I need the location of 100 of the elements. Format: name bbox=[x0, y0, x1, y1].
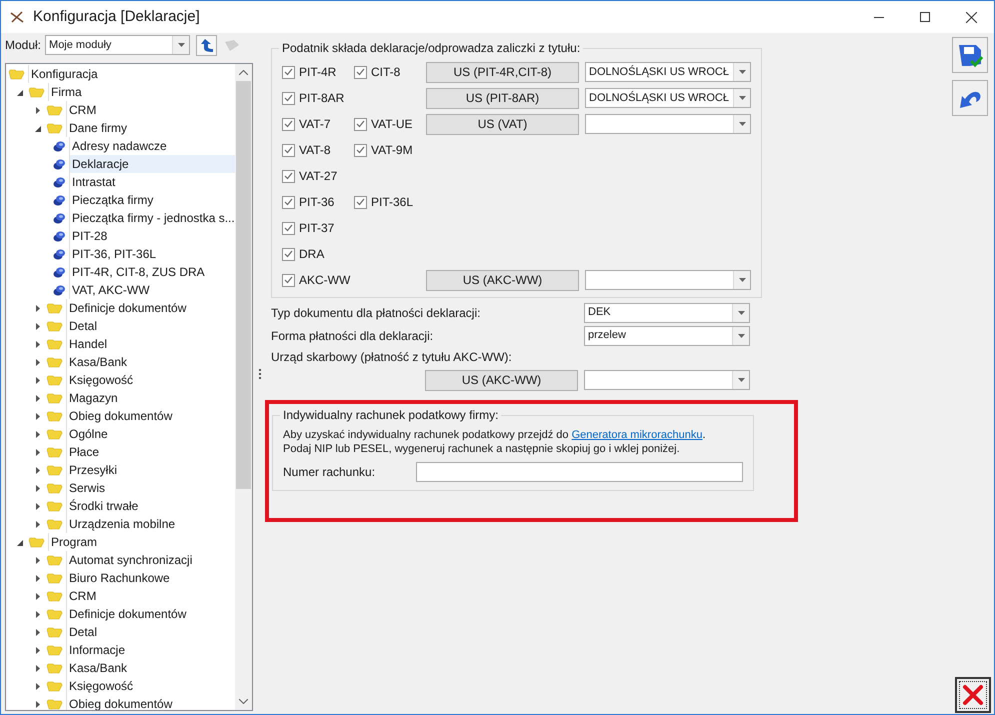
tree-item[interactable]: Definicje dokumentów bbox=[66, 605, 188, 623]
checkbox-label: VAT-7 bbox=[299, 116, 331, 133]
generator-link[interactable]: Generatora mikrorachunku bbox=[572, 429, 702, 441]
document-type-dropdown[interactable]: DEK bbox=[584, 302, 750, 322]
tree-item[interactable]: Handel bbox=[66, 335, 110, 353]
tree-item[interactable]: Dane firmy bbox=[66, 119, 130, 137]
refresh-button[interactable] bbox=[196, 34, 218, 56]
expand-arrow-icon[interactable] bbox=[35, 502, 41, 510]
expand-arrow-icon[interactable] bbox=[35, 592, 41, 600]
checkbox[interactable] bbox=[354, 66, 367, 78]
disc-stack-icon bbox=[53, 266, 66, 278]
expand-arrow-icon[interactable] bbox=[35, 556, 41, 564]
expand-arrow-icon[interactable] bbox=[35, 646, 41, 654]
expand-arrow-icon[interactable] bbox=[35, 358, 41, 366]
expand-arrow-icon[interactable] bbox=[35, 484, 41, 492]
tax-office-button[interactable]: US (AKC-WW) bbox=[425, 370, 578, 390]
tree-item[interactable]: Przesyłki bbox=[66, 461, 120, 479]
tree-item[interactable]: Serwis bbox=[66, 479, 108, 497]
expand-arrow-icon[interactable] bbox=[35, 394, 41, 402]
expand-arrow-icon[interactable] bbox=[35, 682, 41, 690]
tree-item[interactable]: CRM bbox=[66, 101, 98, 119]
collapse-arrow-icon[interactable] bbox=[17, 88, 23, 96]
checkbox[interactable] bbox=[282, 248, 295, 260]
folder-icon bbox=[47, 626, 63, 638]
undo-button[interactable] bbox=[952, 80, 988, 116]
tree-item[interactable]: CRM bbox=[66, 587, 98, 605]
tree-item[interactable]: Obieg dokumentów bbox=[66, 407, 174, 425]
checkbox[interactable] bbox=[282, 144, 295, 156]
tree-item[interactable]: Biuro Rachunkowe bbox=[66, 569, 172, 587]
expand-arrow-icon[interactable] bbox=[35, 430, 41, 438]
tree-item[interactable]: Magazyn bbox=[66, 389, 120, 407]
expand-arrow-icon[interactable] bbox=[35, 574, 41, 582]
checkbox[interactable] bbox=[282, 222, 295, 234]
expand-arrow-icon[interactable] bbox=[35, 340, 41, 348]
folder-icon bbox=[47, 680, 63, 692]
tree-item[interactable]: Płace bbox=[66, 443, 102, 461]
tree-item[interactable]: Środki trwałe bbox=[66, 497, 140, 515]
cancel-button[interactable] bbox=[955, 677, 991, 713]
tree-item[interactable]: PIT-28 bbox=[69, 227, 110, 245]
checkbox[interactable] bbox=[282, 66, 295, 78]
expand-arrow-icon[interactable] bbox=[35, 412, 41, 420]
instruction-text: Aby uzyskać indywidualny rachunek podatkowy przejdź do Generatora mikrorachunku. bbox=[283, 428, 707, 442]
tree-item[interactable]: PIT-36, PIT-36L bbox=[69, 245, 158, 263]
checkbox[interactable] bbox=[354, 118, 367, 130]
tree-item[interactable]: Informacje bbox=[66, 641, 128, 659]
expand-arrow-icon[interactable] bbox=[35, 448, 41, 456]
tree-item[interactable]: Firma bbox=[48, 83, 84, 101]
tree-item[interactable]: Księgowość bbox=[66, 677, 136, 695]
collapse-arrow-icon[interactable] bbox=[17, 538, 23, 546]
tax-office-dropdown[interactable]: DOLNOŚLĄSKI US WROCŁ bbox=[585, 62, 751, 82]
module-dropdown[interactable]: Moje moduły bbox=[45, 35, 190, 55]
expand-arrow-icon[interactable] bbox=[35, 664, 41, 672]
scroll-down-icon[interactable] bbox=[239, 699, 248, 704]
collapse-arrow-icon[interactable] bbox=[35, 124, 41, 132]
checkbox[interactable] bbox=[354, 144, 367, 156]
checkbox[interactable] bbox=[282, 170, 295, 182]
checkbox[interactable] bbox=[282, 92, 295, 104]
tax-office-dropdown[interactable]: DOLNOŚLĄSKI US WROCŁ bbox=[585, 88, 751, 108]
expand-arrow-icon[interactable] bbox=[35, 628, 41, 636]
scroll-up-icon[interactable] bbox=[239, 70, 248, 75]
checkbox-label: PIT-36L bbox=[371, 194, 414, 211]
tree-item[interactable]: Konfiguracja bbox=[28, 65, 100, 83]
checkbox[interactable] bbox=[282, 196, 295, 208]
tax-office-button[interactable]: US (AKC-WW) bbox=[426, 270, 579, 290]
expand-arrow-icon[interactable] bbox=[35, 322, 41, 330]
tree-item[interactable]: Automat synchronizacji bbox=[66, 551, 194, 569]
checkbox[interactable] bbox=[354, 196, 367, 208]
tree-item[interactable]: Program bbox=[48, 533, 100, 551]
checkbox[interactable] bbox=[282, 118, 295, 130]
expand-arrow-icon[interactable] bbox=[35, 376, 41, 384]
save-button[interactable] bbox=[952, 37, 988, 73]
tree-item[interactable]: Detal bbox=[66, 623, 100, 641]
scrollbar[interactable] bbox=[235, 64, 252, 710]
tree-item[interactable]: Pieczątka firmy bbox=[69, 191, 156, 209]
tree-item[interactable]: Kasa/Bank bbox=[66, 659, 130, 677]
expand-arrow-icon[interactable] bbox=[35, 610, 41, 618]
tax-office-button[interactable]: US (PIT-8AR) bbox=[426, 88, 579, 108]
payment-form-dropdown[interactable]: przelew bbox=[584, 326, 750, 346]
tree-item[interactable]: Intrastat bbox=[69, 173, 118, 191]
tree-item[interactable]: Ogólne bbox=[66, 425, 110, 443]
tree-item[interactable]: Księgowość bbox=[66, 371, 136, 389]
tree-item[interactable]: Deklaracje bbox=[69, 155, 235, 173]
expand-arrow-icon[interactable] bbox=[35, 106, 41, 114]
account-number-field[interactable] bbox=[416, 462, 743, 482]
expand-arrow-icon[interactable] bbox=[35, 700, 41, 708]
tree-item[interactable]: Kasa/Bank bbox=[66, 353, 130, 371]
expand-arrow-icon[interactable] bbox=[35, 466, 41, 474]
checkbox-label: VAT-27 bbox=[299, 168, 338, 185]
tree-item[interactable]: Detal bbox=[66, 317, 100, 335]
splitter-handle[interactable] bbox=[259, 368, 261, 378]
checkbox[interactable] bbox=[282, 274, 295, 286]
expand-arrow-icon[interactable] bbox=[35, 520, 41, 528]
tax-office-button[interactable]: US (PIT-4R,CIT-8) bbox=[426, 62, 579, 82]
tree-item[interactable]: Definicje dokumentów bbox=[66, 299, 188, 317]
tax-office-button[interactable]: US (VAT) bbox=[426, 114, 579, 134]
disc-stack-icon bbox=[53, 158, 66, 170]
tree-item[interactable]: Urządzenia mobilne bbox=[66, 515, 178, 533]
tree-item[interactable]: VAT, AKC-WW bbox=[69, 281, 152, 299]
expand-arrow-icon[interactable] bbox=[35, 304, 41, 312]
tree-item[interactable]: PIT-4R, CIT-8, ZUS DRA bbox=[69, 263, 207, 281]
